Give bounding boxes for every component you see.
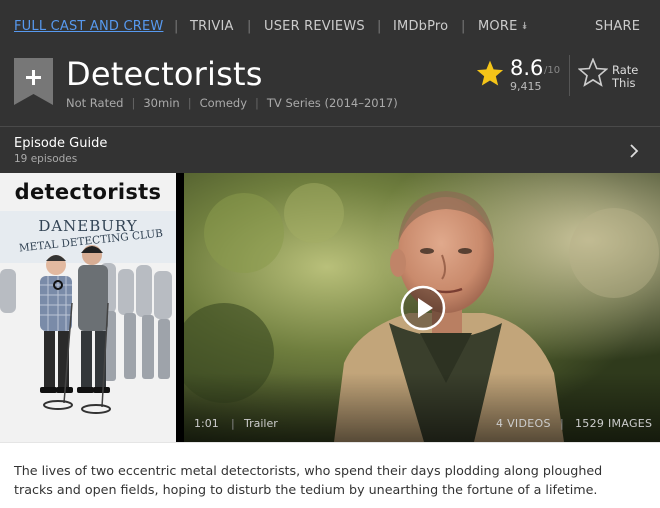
play-icon[interactable] xyxy=(400,285,446,331)
plus-icon xyxy=(14,58,53,105)
page-title: Detectorists xyxy=(66,55,263,93)
media-divider xyxy=(176,173,184,442)
nav-separator: | xyxy=(377,19,382,34)
meta-separator: | xyxy=(255,96,259,110)
nav-full-cast-crew[interactable]: FULL CAST AND CREW xyxy=(14,19,163,35)
media-strip: detectorists DANEBURY METAL DETECTING CL… xyxy=(0,173,660,442)
poster-title-text: detectorists xyxy=(14,180,162,204)
video-info-separator: | xyxy=(560,417,564,430)
imdb-rating: 8.6 /10 9,415 xyxy=(476,56,566,96)
double-chevron-down-icon: ⯯ xyxy=(521,21,528,32)
nav-trivia[interactable]: TRIVIA xyxy=(190,19,234,35)
star-outline-icon xyxy=(578,58,608,87)
nav-separator: | xyxy=(247,19,252,34)
video-info-bar: 1:01 | Trailer 4 VIDEOS | 1529 IMAGES xyxy=(184,413,660,435)
video-info-separator: | xyxy=(231,417,235,430)
episode-count: 19 episodes xyxy=(14,153,78,165)
nav-more-label: MORE xyxy=(478,19,518,34)
videos-count-link[interactable]: 4 VIDEOS xyxy=(496,413,551,435)
nav-user-reviews[interactable]: USER REVIEWS xyxy=(264,19,365,35)
rating-count[interactable]: 9,415 xyxy=(510,80,542,93)
rating-out-of: /10 xyxy=(544,65,561,76)
add-to-watchlist-button[interactable] xyxy=(14,58,53,105)
video-type: Trailer xyxy=(244,417,278,430)
meta-separator: | xyxy=(131,96,136,110)
share-button[interactable]: SHARE xyxy=(595,19,640,35)
certificate: Not Rated xyxy=(66,96,124,110)
nav-more[interactable]: MORE ⯯ xyxy=(478,19,528,35)
plot-summary-text: The lives of two eccentric metal detecto… xyxy=(14,463,603,497)
nav-separator: | xyxy=(461,19,466,34)
subnav-bar: FULL CAST AND CREW | TRIVIA | USER REVIE… xyxy=(0,0,660,54)
release-info-link[interactable]: TV Series (2014–2017) xyxy=(267,96,398,110)
title-meta: Not Rated | 30min | Comedy | TV Series (2014–2… xyxy=(66,96,398,110)
runtime: 30min xyxy=(143,96,180,110)
nav-imdbpro[interactable]: IMDbPro xyxy=(393,19,448,35)
video-player[interactable]: 1:01 | Trailer 4 VIDEOS | 1529 IMAGES xyxy=(184,173,660,442)
rate-label-line2: This xyxy=(612,76,636,90)
star-icon xyxy=(476,60,504,86)
nav-separator: | xyxy=(174,19,179,34)
meta-separator: | xyxy=(187,96,192,110)
episode-guide-link[interactable]: Episode Guide 19 episodes xyxy=(0,126,660,173)
rate-this-button[interactable]: Rate This xyxy=(578,58,658,94)
images-count-link[interactable]: 1529 IMAGES xyxy=(575,413,652,435)
plot-summary: The lives of two eccentric metal detecto… xyxy=(0,442,660,508)
poster-artwork xyxy=(0,173,176,442)
episode-guide-label: Episode Guide xyxy=(14,136,108,151)
title-header: FULL CAST AND CREW | TRIVIA | USER REVIE… xyxy=(0,0,660,173)
poster-image[interactable]: detectorists DANEBURY METAL DETECTING CL… xyxy=(0,173,176,442)
video-duration: 1:01 xyxy=(194,417,219,430)
rating-value: 8.6 xyxy=(510,56,544,80)
chevron-right-icon xyxy=(630,144,639,158)
genre-link[interactable]: Comedy xyxy=(200,96,247,110)
rating-divider xyxy=(569,55,570,96)
rate-this-label: Rate This xyxy=(612,64,638,90)
